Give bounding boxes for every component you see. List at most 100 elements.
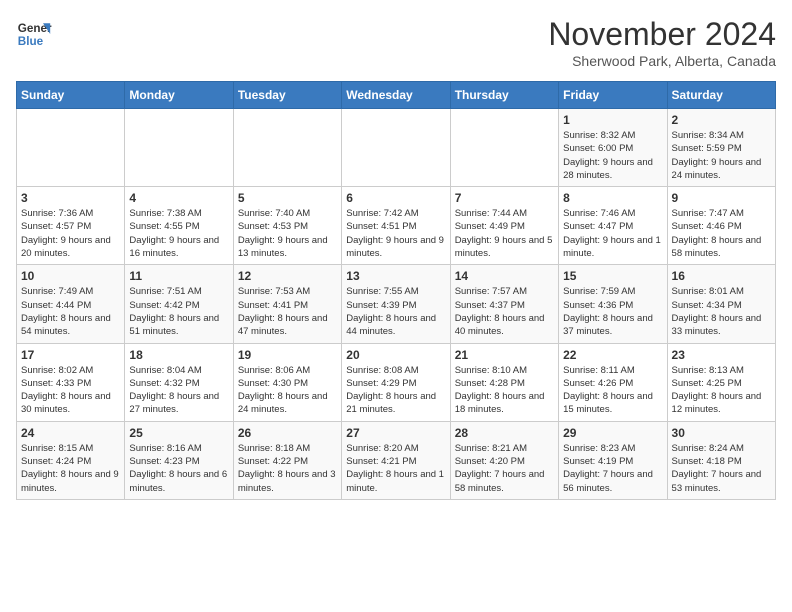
day-info: Sunrise: 8:13 AMSunset: 4:25 PMDaylight:… [672,364,771,417]
day-number: 18 [129,348,228,362]
day-number: 5 [238,191,337,205]
calendar-cell: 14 Sunrise: 7:57 AMSunset: 4:37 PMDayligh… [450,265,558,343]
day-number: 4 [129,191,228,205]
calendar-cell: 9 Sunrise: 7:47 AMSunset: 4:46 PMDaylight… [667,187,775,265]
day-info: Sunrise: 7:38 AMSunset: 4:55 PMDaylight:… [129,207,228,260]
logo: General Blue [16,16,52,52]
day-info: Sunrise: 7:57 AMSunset: 4:37 PMDaylight:… [455,285,554,338]
day-number: 26 [238,426,337,440]
day-number: 20 [346,348,445,362]
month-title: November 2024 [548,16,776,53]
calendar-cell [125,109,233,187]
calendar-cell [17,109,125,187]
calendar-cell: 12 Sunrise: 7:53 AMSunset: 4:41 PMDayligh… [233,265,341,343]
day-info: Sunrise: 7:42 AMSunset: 4:51 PMDaylight:… [346,207,445,260]
weekday-header: Sunday [17,82,125,109]
day-info: Sunrise: 8:18 AMSunset: 4:22 PMDaylight:… [238,442,337,495]
day-info: Sunrise: 8:16 AMSunset: 4:23 PMDaylight:… [129,442,228,495]
day-number: 7 [455,191,554,205]
calendar-cell [342,109,450,187]
day-info: Sunrise: 8:21 AMSunset: 4:20 PMDaylight:… [455,442,554,495]
day-number: 12 [238,269,337,283]
calendar-header-row: SundayMondayTuesdayWednesdayThursdayFrid… [17,82,776,109]
calendar-cell: 19 Sunrise: 8:06 AMSunset: 4:30 PMDayligh… [233,343,341,421]
calendar-cell: 4 Sunrise: 7:38 AMSunset: 4:55 PMDaylight… [125,187,233,265]
day-info: Sunrise: 8:24 AMSunset: 4:18 PMDaylight:… [672,442,771,495]
title-block: November 2024 Sherwood Park, Alberta, Ca… [548,16,776,69]
calendar-cell [450,109,558,187]
day-number: 27 [346,426,445,440]
day-info: Sunrise: 7:51 AMSunset: 4:42 PMDaylight:… [129,285,228,338]
day-number: 16 [672,269,771,283]
weekday-header: Wednesday [342,82,450,109]
calendar-cell: 16 Sunrise: 8:01 AMSunset: 4:34 PMDayligh… [667,265,775,343]
calendar-cell: 7 Sunrise: 7:44 AMSunset: 4:49 PMDaylight… [450,187,558,265]
calendar-cell: 22 Sunrise: 8:11 AMSunset: 4:26 PMDayligh… [559,343,667,421]
calendar-cell: 21 Sunrise: 8:10 AMSunset: 4:28 PMDayligh… [450,343,558,421]
weekday-header: Monday [125,82,233,109]
calendar-cell: 6 Sunrise: 7:42 AMSunset: 4:51 PMDaylight… [342,187,450,265]
day-number: 14 [455,269,554,283]
calendar-cell: 1Sunrise: 8:32 AMSunset: 6:00 PMDaylight… [559,109,667,187]
page-header: General Blue November 2024 Sherwood Park… [16,16,776,69]
day-info: Sunrise: 8:15 AMSunset: 4:24 PMDaylight:… [21,442,120,495]
calendar-week-row: 1Sunrise: 8:32 AMSunset: 6:00 PMDaylight… [17,109,776,187]
day-info: Sunrise: 8:11 AMSunset: 4:26 PMDaylight:… [563,364,662,417]
calendar-cell [233,109,341,187]
calendar-cell: 24 Sunrise: 8:15 AMSunset: 4:24 PMDayligh… [17,421,125,499]
day-number: 6 [346,191,445,205]
calendar-cell: 23Sunrise: 8:13 AMSunset: 4:25 PMDayligh… [667,343,775,421]
calendar-cell: 27 Sunrise: 8:20 AMSunset: 4:21 PMDayligh… [342,421,450,499]
day-number: 9 [672,191,771,205]
day-number: 13 [346,269,445,283]
day-info: Sunrise: 8:06 AMSunset: 4:30 PMDaylight:… [238,364,337,417]
day-number: 22 [563,348,662,362]
weekday-header: Friday [559,82,667,109]
day-info: Sunrise: 7:36 AMSunset: 4:57 PMDaylight:… [21,207,120,260]
day-info: Sunrise: 8:01 AMSunset: 4:34 PMDaylight:… [672,285,771,338]
calendar-cell: 2Sunrise: 8:34 AMSunset: 5:59 PMDaylight… [667,109,775,187]
calendar-cell: 20Sunrise: 8:08 AMSunset: 4:29 PMDayligh… [342,343,450,421]
calendar-cell: 8Sunrise: 7:46 AMSunset: 4:47 PMDaylight… [559,187,667,265]
day-info: Sunrise: 7:59 AMSunset: 4:36 PMDaylight:… [563,285,662,338]
day-info: Sunrise: 8:02 AMSunset: 4:33 PMDaylight:… [21,364,120,417]
day-info: Sunrise: 7:47 AMSunset: 4:46 PMDaylight:… [672,207,771,260]
calendar-cell: 17 Sunrise: 8:02 AMSunset: 4:33 PMDayligh… [17,343,125,421]
day-number: 30 [672,426,771,440]
location: Sherwood Park, Alberta, Canada [548,53,776,69]
calendar-cell: 28Sunrise: 8:21 AMSunset: 4:20 PMDayligh… [450,421,558,499]
day-number: 3 [21,191,120,205]
calendar-cell: 29Sunrise: 8:23 AMSunset: 4:19 PMDayligh… [559,421,667,499]
day-number: 1 [563,113,662,127]
weekday-header: Saturday [667,82,775,109]
calendar-cell: 18 Sunrise: 8:04 AMSunset: 4:32 PMDayligh… [125,343,233,421]
calendar-cell: 13Sunrise: 7:55 AMSunset: 4:39 PMDayligh… [342,265,450,343]
calendar-cell: 25 Sunrise: 8:16 AMSunset: 4:23 PMDayligh… [125,421,233,499]
day-info: Sunrise: 7:49 AMSunset: 4:44 PMDaylight:… [21,285,120,338]
day-info: Sunrise: 8:20 AMSunset: 4:21 PMDaylight:… [346,442,445,495]
day-info: Sunrise: 7:40 AMSunset: 4:53 PMDaylight:… [238,207,337,260]
weekday-header: Tuesday [233,82,341,109]
day-number: 24 [21,426,120,440]
day-info: Sunrise: 8:10 AMSunset: 4:28 PMDaylight:… [455,364,554,417]
svg-text:Blue: Blue [18,35,44,48]
day-info: Sunrise: 8:04 AMSunset: 4:32 PMDaylight:… [129,364,228,417]
calendar-table: SundayMondayTuesdayWednesdayThursdayFrid… [16,81,776,500]
day-info: Sunrise: 8:34 AMSunset: 5:59 PMDaylight:… [672,129,771,182]
calendar-cell: 3 Sunrise: 7:36 AMSunset: 4:57 PMDaylight… [17,187,125,265]
day-number: 19 [238,348,337,362]
day-number: 10 [21,269,120,283]
calendar-cell: 10 Sunrise: 7:49 AMSunset: 4:44 PMDayligh… [17,265,125,343]
calendar-week-row: 24 Sunrise: 8:15 AMSunset: 4:24 PMDayligh… [17,421,776,499]
calendar-cell: 11 Sunrise: 7:51 AMSunset: 4:42 PMDayligh… [125,265,233,343]
day-number: 17 [21,348,120,362]
day-info: Sunrise: 7:53 AMSunset: 4:41 PMDaylight:… [238,285,337,338]
day-number: 25 [129,426,228,440]
day-number: 15 [563,269,662,283]
day-number: 11 [129,269,228,283]
weekday-header: Thursday [450,82,558,109]
day-info: Sunrise: 7:44 AMSunset: 4:49 PMDaylight:… [455,207,554,260]
calendar-cell: 26 Sunrise: 8:18 AMSunset: 4:22 PMDayligh… [233,421,341,499]
day-number: 21 [455,348,554,362]
calendar-week-row: 17 Sunrise: 8:02 AMSunset: 4:33 PMDayligh… [17,343,776,421]
